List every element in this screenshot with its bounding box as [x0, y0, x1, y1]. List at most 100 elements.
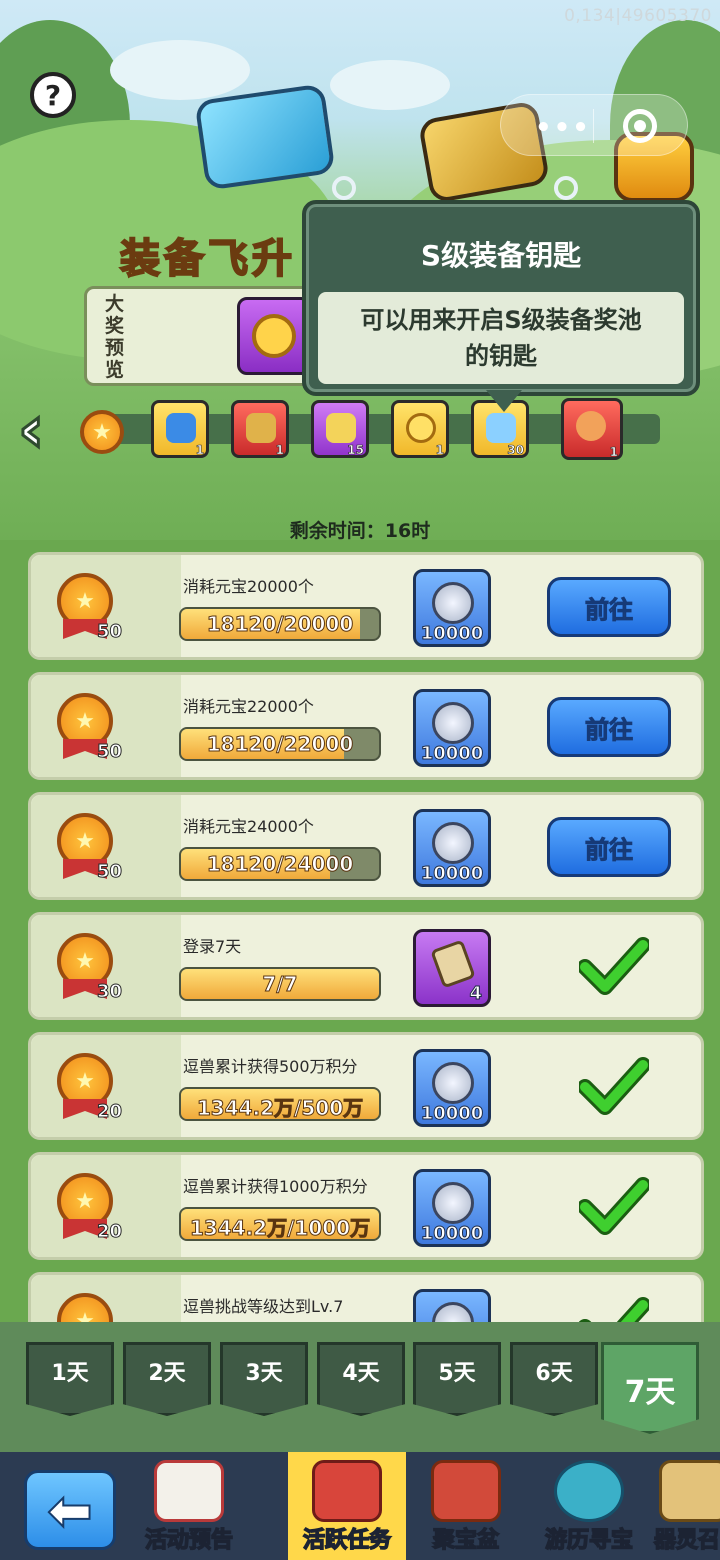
more-button[interactable]: ••• — [535, 113, 591, 143]
chevron-left-icon[interactable]: ‹ — [17, 397, 62, 464]
task-points: 50 — [96, 741, 123, 763]
task-row: ★ 50 消耗元宝20000个 18120/20000 10000 前往 — [28, 552, 704, 660]
task-reward[interactable]: 4 — [413, 929, 491, 1007]
task-reward-count: 10000 — [420, 623, 484, 645]
reward-count: 1 — [609, 445, 618, 460]
active-task-icon — [312, 1460, 382, 1522]
event-title: 装备飞升 — [119, 235, 296, 283]
go-button[interactable]: 前往 — [547, 577, 671, 637]
capsule-divider — [593, 109, 594, 143]
reward-count: 1 — [195, 443, 204, 458]
task-progress-bar: 7/7 — [179, 967, 381, 1001]
grand-prize-item[interactable] — [237, 297, 311, 375]
task-title: 逗兽累计获得500万积分 — [183, 1057, 358, 1076]
task-row: ★ 20 逗兽累计获得500万积分 1344.2万/500万 10000 — [28, 1032, 704, 1140]
silver-coin-icon — [432, 1302, 474, 1322]
nav-label: 聚宝盆 — [432, 1527, 500, 1554]
task-row: ★ 50 消耗元宝22000个 18120/22000 10000 前往 — [28, 672, 704, 780]
mini-program-capsule: ••• — [500, 94, 688, 156]
task-title: 逗兽挑战等级达到Lv.7 — [183, 1297, 344, 1316]
task-reward-count: 10000 — [420, 743, 484, 765]
treasure-bag-icon — [576, 411, 606, 441]
ring-ornament — [332, 176, 356, 200]
task-progress-bar: 18120/20000 — [179, 607, 381, 641]
task-reward[interactable]: 10000 — [413, 689, 491, 767]
task-reward[interactable]: 10000 — [413, 1049, 491, 1127]
treasure-bowl-icon — [431, 1460, 501, 1522]
task-progress-bar: 18120/24000 — [179, 847, 381, 881]
silver-coin-icon — [432, 822, 474, 864]
explore-treasure-icon — [554, 1460, 624, 1522]
ring-ornament — [554, 176, 578, 200]
tooltip-title: S级装备钥匙 — [420, 239, 582, 272]
task-title: 消耗元宝20000个 — [183, 577, 314, 596]
reward-count: 1 — [275, 443, 284, 458]
task-progress-text: 18120/22000 — [206, 732, 354, 757]
reward-count: 15 — [347, 443, 364, 458]
go-button[interactable]: 前往 — [547, 697, 671, 757]
task-reward-count: 10000 — [420, 1103, 484, 1125]
tab-day-5[interactable]: 5天 — [413, 1342, 501, 1416]
question-mark-icon: ? — [44, 78, 62, 112]
nav-activity-preview[interactable]: 活动预告 — [130, 1452, 248, 1560]
tab-day-1[interactable]: 1天 — [26, 1342, 114, 1416]
day-tab-bar: 1天 2天 3天 4天 5天 6天 7天 — [0, 1322, 720, 1452]
bottom-navigation: ⬅ 活动预告 活跃任务 聚宝盆 游历寻宝 器灵召 — [0, 1452, 720, 1560]
nav-active-tasks[interactable]: 活跃任务 — [288, 1452, 406, 1560]
task-reward-count: 10000 — [420, 1223, 484, 1245]
task-progress-text: 1344.2万/1000万 — [189, 1216, 371, 1240]
equipment-chest-icon — [166, 413, 196, 443]
nav-treasure-bowl[interactable]: 聚宝盆 — [412, 1452, 520, 1560]
tooltip-line: 的钥匙 — [465, 342, 537, 370]
task-points: 20 — [96, 1101, 123, 1123]
gold-badge-icon — [252, 314, 296, 358]
task-title: 消耗元宝22000个 — [183, 697, 314, 716]
task-progress-text: 1344.2万/500万 — [196, 1096, 364, 1120]
tab-day-3[interactable]: 3天 — [220, 1342, 308, 1416]
item-tooltip: S级装备钥匙 可以用来开启S级装备奖池 的钥匙 — [302, 200, 700, 396]
activity-screen: 0,134|49605370 ? ••• 装备飞升 大奖预览 ‹ ★ 1 1 1… — [0, 0, 720, 1560]
task-reward-count: 4 — [469, 983, 483, 1005]
nav-label: 活动预告 — [144, 1527, 234, 1554]
check-icon — [579, 1297, 649, 1322]
task-reward[interactable]: 10000 — [413, 809, 491, 887]
tooltip-description: 可以用来开启S级装备奖池 的钥匙 — [318, 292, 684, 384]
check-icon — [579, 1177, 649, 1235]
cloud — [110, 40, 250, 100]
reward-item[interactable]: 1 — [231, 400, 289, 458]
nav-label: 活跃任务 — [302, 1527, 392, 1554]
remaining-time: 剩余时间：16时 — [289, 520, 431, 542]
nav-explore-treasure[interactable]: 游历寻宝 — [530, 1452, 648, 1560]
task-reward[interactable] — [413, 1289, 491, 1322]
silver-coin-icon — [432, 1182, 474, 1224]
arrow-left-icon[interactable]: ⬅ — [24, 1470, 116, 1550]
reward-item[interactable]: 15 — [311, 400, 369, 458]
task-reward[interactable]: 10000 — [413, 569, 491, 647]
purple-key-icon — [326, 413, 356, 443]
task-title: 登录7天 — [183, 937, 242, 956]
tooltip-pointer — [486, 390, 522, 412]
reward-item[interactable]: 1 — [391, 400, 449, 458]
tab-day-6[interactable]: 6天 — [510, 1342, 598, 1416]
task-reward-count: 10000 — [420, 863, 484, 885]
tab-day-7[interactable]: 7天 — [601, 1342, 699, 1434]
nav-artifact-spirit[interactable]: 器灵召 — [653, 1452, 720, 1560]
tab-day-4[interactable]: 4天 — [317, 1342, 405, 1416]
task-points: 50 — [96, 861, 123, 883]
task-reward[interactable]: 10000 — [413, 1169, 491, 1247]
calendar-icon — [154, 1460, 224, 1522]
help-button[interactable]: ? — [30, 72, 76, 118]
task-points: 50 — [96, 621, 123, 643]
reward-item[interactable]: 1 — [151, 400, 209, 458]
tab-day-2[interactable]: 2天 — [123, 1342, 211, 1416]
go-button[interactable]: 前往 — [547, 817, 671, 877]
grand-prize-label: 大奖预览 — [105, 293, 125, 381]
task-progress-text: 7/7 — [262, 972, 298, 997]
task-list[interactable]: ★ 50 消耗元宝20000个 18120/20000 10000 前往 ★ 50 消耗元宝22… — [0, 552, 720, 1322]
reward-item[interactable]: 1 — [561, 398, 623, 460]
s-key-icon — [486, 413, 516, 443]
task-progress-text: 18120/20000 — [206, 612, 354, 637]
close-target-icon[interactable] — [623, 109, 657, 143]
task-progress-bar: 1344.2万/1000万 — [179, 1207, 381, 1241]
armor-pack-icon — [246, 413, 276, 443]
